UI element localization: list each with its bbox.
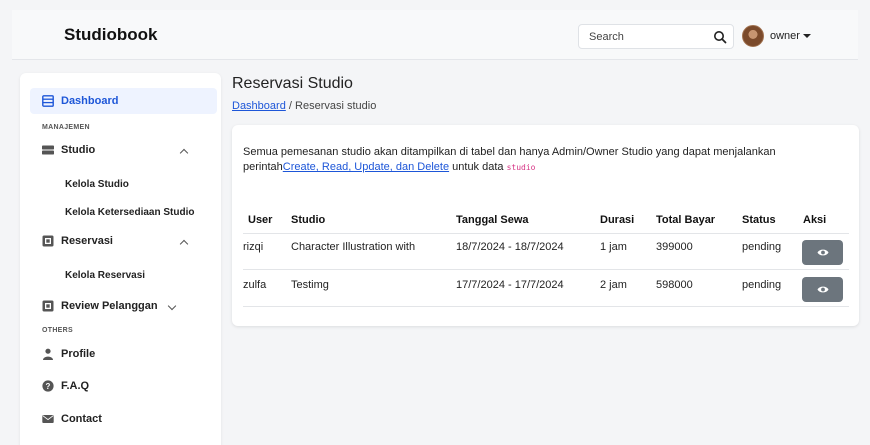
sidebar-item-label: Studio [61,144,96,156]
cell-status: pending [742,279,782,291]
section-label-others: OTHERS [42,327,73,334]
description-text: Semua pemesanan studio akan ditampilkan … [243,145,848,175]
user-name: owner [770,30,800,42]
question-icon: ? [42,380,54,392]
sidebar-item-label: Dashboard [61,95,119,107]
breadcrumb-link-dashboard[interactable]: Dashboard [232,100,286,112]
cell-total: 598000 [656,279,693,291]
column-header-durasi: Durasi [600,214,635,226]
calendar-icon [42,235,54,247]
cell-status: pending [742,241,782,253]
cell-user: zulfa [243,279,267,291]
column-header-status: Status [742,214,776,226]
person-icon [43,348,53,360]
chevron-up-icon[interactable] [179,148,189,158]
cell-studio: Character Illustration with [291,241,416,253]
user-menu[interactable]: owner [742,24,811,48]
view-button[interactable] [802,277,843,302]
sidebar-item-label: Reservasi [61,235,113,247]
server-icon [42,145,54,155]
cell-user: rizqi [243,241,264,253]
search-box [578,24,734,49]
sidebar: Dashboard MANAJEMEN Studio Kelola Studio… [20,73,221,445]
description-mid: untuk data [449,161,507,173]
brand-logo[interactable]: Studiobook [64,25,157,45]
sidebar-item-label: Profile [61,348,96,360]
sidebar-item-label: Contact [61,413,102,425]
cell-total: 399000 [656,241,693,253]
sidebar-item-profile[interactable]: Profile [42,348,95,360]
crud-link[interactable]: Create, Read, Update, dan Delete [283,161,449,173]
code-studio: studio [506,163,536,172]
cell-tanggal: 18/7/2024 - 18/7/2024 [456,241,564,253]
table-icon [42,95,54,107]
divider [243,233,849,234]
cell-studio: Testimg [291,279,329,291]
sidebar-item-faq[interactable]: ? F.A.Q [42,380,89,392]
caret-down-icon [802,34,811,38]
column-header-aksi: Aksi [803,214,827,226]
eye-icon [817,286,828,293]
column-header-user: User [248,214,273,226]
sidebar-item-review[interactable]: Review Pelanggan [42,300,158,312]
column-header-total: Total Bayar [656,214,716,226]
cell-durasi: 2 jam [600,279,627,291]
search-input[interactable] [579,25,699,48]
sidebar-item-reservasi[interactable]: Reservasi [42,235,113,247]
calendar-icon [42,300,54,312]
sidebar-subitem-kelola-reservasi[interactable]: Kelola Reservasi [65,270,145,281]
column-header-studio: Studio [291,214,326,226]
breadcrumb-current: Reservasi studio [295,100,377,112]
reservation-card: Semua pemesanan studio akan ditampilkan … [232,125,859,326]
sidebar-item-studio[interactable]: Studio [42,144,95,156]
cell-tanggal: 17/7/2024 - 17/7/2024 [456,279,564,291]
avatar [742,25,764,47]
view-button[interactable] [802,240,843,265]
breadcrumb: Dashboard / Reservasi studio [232,100,376,112]
search-icon[interactable] [713,30,727,44]
chevron-down-icon[interactable] [167,301,177,311]
top-navbar: Studiobook owner [12,10,858,60]
sidebar-subitem-kelola-ketersediaan[interactable]: Kelola Ketersediaan Studio [65,207,194,218]
sidebar-subitem-kelola-studio[interactable]: Kelola Studio [65,179,129,190]
sidebar-item-label: F.A.Q [61,380,90,392]
chevron-up-icon[interactable] [179,239,189,249]
sidebar-item-dashboard[interactable]: Dashboard [30,88,217,114]
column-header-tanggal: Tanggal Sewa [456,214,529,226]
divider [243,306,849,307]
breadcrumb-separator: / [288,100,292,112]
sidebar-item-contact[interactable]: Contact [42,413,102,425]
svg-text:?: ? [46,382,51,391]
cell-durasi: 1 jam [600,241,627,253]
divider [243,269,849,270]
page-title: Reservasi Studio [232,75,353,92]
eye-icon [817,249,828,256]
envelope-icon [42,415,54,423]
sidebar-item-label: Review Pelanggan [61,300,158,312]
section-label-manajemen: MANAJEMEN [42,124,90,131]
